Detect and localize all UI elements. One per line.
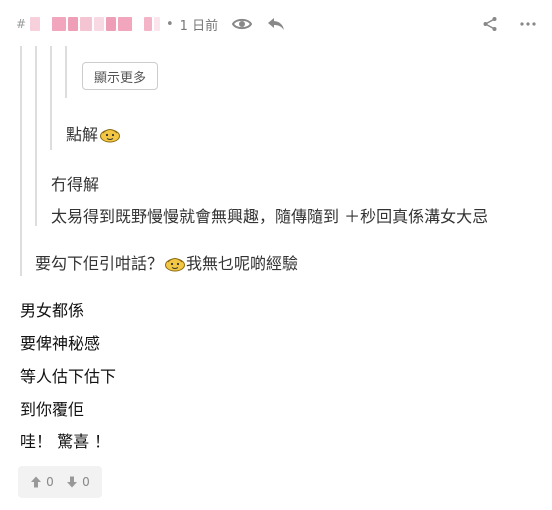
separator-dot: •	[166, 16, 174, 32]
reply-icon[interactable]	[264, 12, 288, 36]
more-icon[interactable]	[516, 12, 540, 36]
username-blurred[interactable]	[30, 17, 160, 31]
vote-bar: 0 0	[18, 466, 102, 498]
quote-level2-line1: 冇得解	[51, 175, 100, 194]
eye-icon[interactable]	[230, 12, 254, 36]
quote-line-level1	[20, 46, 22, 276]
quote-level2-line2: 太易得到既野慢慢就會無興趣，隨傳隨到 ＋秒回真係溝女大忌	[51, 207, 489, 226]
thumb-down-icon	[67, 476, 78, 488]
quote-line-level3	[50, 46, 52, 150]
quote-level1-text: 要勾下佢引咁話？ 我無乜呢啲經驗	[35, 250, 298, 276]
quote-level3-text: 點解	[66, 121, 121, 147]
comment-header: # • 1 日前	[16, 10, 544, 38]
post-line-5: 哇！ 驚喜 ！	[20, 432, 111, 451]
upvote-button[interactable]: 0	[30, 475, 54, 489]
post-time: 1 日前	[179, 18, 219, 34]
downvote-button[interactable]: 0	[66, 475, 90, 489]
thumb-up-icon	[31, 476, 42, 488]
emoji-icon	[99, 127, 121, 147]
downvote-count: 0	[82, 475, 90, 489]
quote-level1-after: 我無乜呢啲經驗	[186, 254, 299, 273]
comment-card: # • 1 日前 顯示更多 點解 冇得解 太易得到既野慢慢就會無興趣，隨傳隨到 …	[0, 0, 552, 510]
quote-line-level4	[65, 46, 67, 98]
post-line-3: 等人估下估下	[20, 367, 117, 386]
share-icon[interactable]	[478, 12, 502, 36]
post-line-4: 到你覆佢	[20, 400, 85, 419]
quote-level1-before: 要勾下佢引咁話？	[35, 254, 164, 273]
emoji-icon	[164, 256, 186, 276]
quote-line-level2	[35, 46, 37, 226]
post-line-1: 男女都係	[20, 301, 85, 320]
upvote-count: 0	[46, 475, 54, 489]
post-number: #	[16, 17, 27, 31]
quote-level3-label: 點解	[66, 125, 99, 144]
post-line-2: 要俾神秘感	[20, 334, 101, 353]
show-more-button[interactable]: 顯示更多	[82, 62, 158, 90]
header-actions	[478, 12, 540, 36]
